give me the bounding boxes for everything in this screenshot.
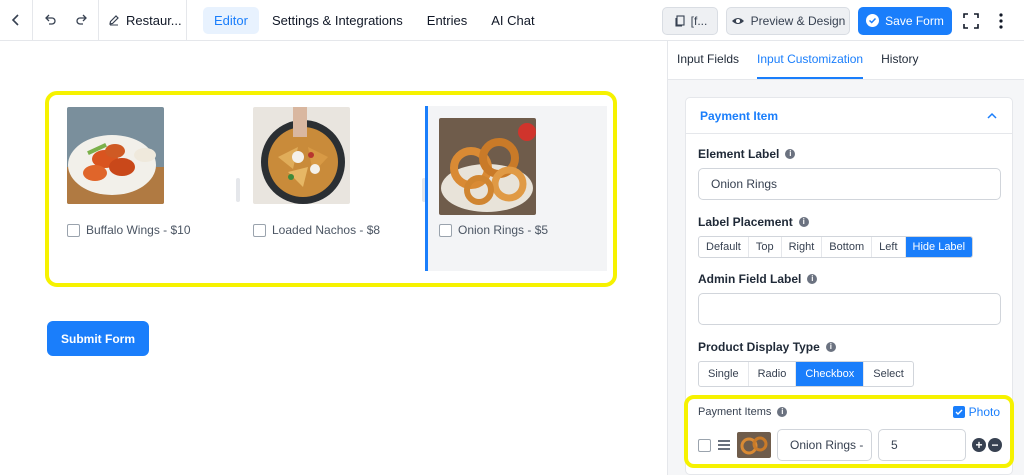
preview-label: Preview & Design	[750, 13, 846, 28]
payment-item-row: Onion Rings - 5 + −	[698, 429, 1002, 461]
resize-handle[interactable]	[236, 178, 240, 202]
redo-button[interactable]	[66, 0, 99, 41]
admin-field-label-input[interactable]	[698, 293, 1001, 325]
item-checkbox[interactable]	[439, 223, 452, 237]
item-price-value: 5	[891, 438, 898, 452]
tab-input-fields[interactable]: Input Fields	[677, 52, 739, 79]
info-icon[interactable]: i	[777, 407, 788, 417]
display-single[interactable]: Single	[699, 362, 749, 386]
save-label: Save Form	[885, 13, 944, 28]
display-select[interactable]: Select	[864, 362, 913, 386]
payment-items-header: Payment Items i	[698, 406, 788, 418]
payment-items-label: Payment Items	[698, 406, 772, 418]
product-display-type-text: Product Display Type	[698, 340, 820, 354]
item-label: Onion Rings - $5	[458, 223, 549, 237]
payment-item-card-selected[interactable]: Onion Rings - $5	[425, 106, 607, 271]
product-display-type-options: Single Radio Checkbox Select	[698, 361, 914, 387]
placement-top[interactable]: Top	[749, 237, 782, 257]
label-placement-text: Label Placement	[698, 215, 793, 229]
info-icon[interactable]: i	[807, 274, 818, 284]
section-header[interactable]: Payment Item	[686, 98, 1012, 134]
onion-rings-thumbnail[interactable]	[737, 432, 771, 458]
item-option[interactable]: Loaded Nachos - $8	[253, 223, 380, 237]
item-checkbox[interactable]	[253, 223, 266, 237]
save-form-button[interactable]: Save Form	[858, 6, 952, 35]
placement-default[interactable]: Default	[699, 237, 749, 257]
check-circle-icon	[866, 14, 880, 27]
preview-design-button[interactable]: Preview & Design	[726, 6, 850, 35]
tab-input-customization[interactable]: Input Customization	[757, 52, 864, 79]
tab-settings-integrations[interactable]: Settings & Integrations	[261, 7, 414, 34]
tab-ai-chat[interactable]: AI Chat	[480, 7, 545, 34]
submit-form-button[interactable]: Submit Form	[47, 321, 149, 356]
item-checkbox[interactable]	[67, 223, 80, 237]
onion-rings-image	[439, 118, 536, 215]
display-checkbox[interactable]: Checkbox	[796, 362, 865, 386]
redo-icon	[76, 14, 87, 25]
fullscreen-icon	[963, 12, 979, 29]
section-title: Payment Item	[700, 108, 779, 123]
item-name-input[interactable]: Onion Rings -	[777, 429, 872, 461]
element-label-input[interactable]: Onion Rings	[698, 168, 1001, 200]
info-icon[interactable]: i	[798, 217, 809, 227]
item-option[interactable]: Buffalo Wings - $10	[67, 223, 191, 237]
product-display-type-label: Product Display Type i	[698, 340, 836, 354]
back-button[interactable]	[0, 0, 33, 41]
label-placement-label: Label Placement i	[698, 215, 809, 229]
tab-history[interactable]: History	[881, 52, 918, 79]
element-label-value: Onion Rings	[711, 177, 778, 191]
display-radio[interactable]: Radio	[749, 362, 797, 386]
row-checkbox[interactable]	[698, 438, 711, 452]
placement-right[interactable]: Right	[782, 237, 823, 257]
placement-hide-label[interactable]: Hide Label	[905, 237, 973, 257]
undo-button[interactable]	[33, 0, 66, 41]
loaded-nachos-image	[253, 107, 350, 204]
drag-handle-icon[interactable]	[717, 439, 731, 451]
pencil-icon	[109, 15, 119, 26]
photo-toggle[interactable]: Photo	[952, 405, 1000, 419]
admin-field-label-text: Admin Field Label	[698, 272, 802, 286]
fullscreen-button[interactable]	[960, 7, 982, 35]
form-title[interactable]: Restaur...	[99, 0, 187, 41]
eye-icon	[731, 17, 744, 24]
shortcode-button[interactable]: [f...	[662, 6, 718, 35]
element-label-label: Element Label i	[698, 147, 796, 161]
form-title-text: Restaur...	[126, 12, 182, 28]
placement-left[interactable]: Left	[872, 237, 906, 257]
tab-entries[interactable]: Entries	[416, 7, 478, 34]
info-icon[interactable]: i	[825, 342, 836, 352]
form-canvas: Buffalo Wings - $10 Loaded Nachos - $8 O…	[0, 41, 667, 475]
item-option[interactable]: Onion Rings - $5	[439, 223, 548, 237]
item-label: Loaded Nachos - $8	[272, 223, 381, 237]
main-tabs: Editor Settings & Integrations Entries A…	[203, 6, 546, 34]
shortcode-label: [f...	[690, 13, 708, 28]
item-label: Buffalo Wings - $10	[86, 223, 191, 237]
top-actions: [f... Preview & Design Save Form	[662, 0, 1024, 41]
chevron-left-icon	[11, 14, 19, 26]
add-row-icon[interactable]: +	[972, 438, 986, 452]
chevron-up-icon	[987, 112, 997, 119]
info-icon[interactable]: i	[785, 149, 796, 159]
photo-label: Photo	[968, 405, 1000, 419]
tab-editor[interactable]: Editor	[203, 6, 259, 34]
copy-icon	[675, 14, 685, 27]
payment-item-card[interactable]: Loaded Nachos - $8	[253, 107, 433, 272]
element-label-text: Element Label	[698, 147, 780, 161]
payment-items-box: Payment Items i Photo Onion Rings - 5 + …	[684, 395, 1014, 468]
kebab-menu-icon	[999, 12, 1003, 29]
label-placement-options: Default Top Right Bottom Left Hide Label	[698, 236, 974, 258]
payment-item-card[interactable]: Buffalo Wings - $10	[67, 107, 247, 272]
admin-field-label-label: Admin Field Label i	[698, 272, 818, 286]
placement-bottom[interactable]: Bottom	[822, 237, 873, 257]
undo-icon	[44, 14, 56, 25]
more-options-button[interactable]	[990, 7, 1012, 35]
item-name-value: Onion Rings -	[790, 438, 864, 452]
panel-tabs: Input Fields Input Customization History	[668, 41, 1024, 80]
checkbox-checked-icon[interactable]	[952, 406, 965, 418]
buffalo-wings-image	[67, 107, 164, 204]
item-price-input[interactable]: 5	[878, 429, 966, 461]
remove-row-icon[interactable]: −	[988, 438, 1002, 452]
top-bar: Restaur... Editor Settings & Integration…	[0, 0, 1024, 41]
